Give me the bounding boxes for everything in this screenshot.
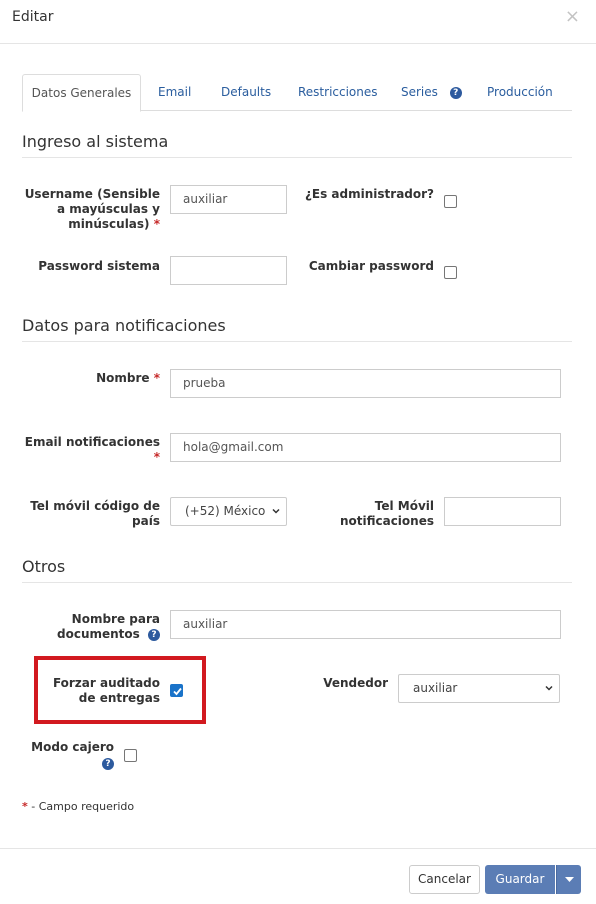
tab-produccion[interactable]: Producción (487, 74, 553, 111)
nombre-documentos-label-text: Nombre para documentos (57, 612, 160, 641)
tab-datos-generales[interactable]: Datos Generales (22, 74, 141, 112)
nombre-documentos-label: Nombre para documentos ? (22, 612, 160, 642)
es-admin-checkbox[interactable] (444, 195, 457, 208)
modo-cajero-checkbox[interactable] (124, 749, 137, 762)
tel-codigo-label: Tel móvil código de país (30, 499, 160, 528)
cambiar-password-checkbox[interactable] (444, 266, 457, 279)
chevron-down-icon (545, 685, 553, 691)
password-input[interactable] (170, 256, 287, 285)
tel-movil-input[interactable] (444, 497, 561, 526)
modo-cajero-label: Modo cajero ? (22, 740, 114, 770)
modo-cajero-label-text: Modo cajero (31, 740, 114, 754)
checkmark-icon (173, 687, 182, 696)
help-icon[interactable]: ? (449, 86, 462, 99)
email-input[interactable]: hola@gmail.com (170, 433, 561, 462)
forzar-auditado-checkbox[interactable] (170, 684, 183, 697)
nombre-input[interactable]: prueba (170, 369, 561, 398)
required-footnote: * - Campo requerido (22, 800, 134, 813)
section-title-notificaciones: Datos para notificaciones (22, 315, 572, 342)
tab-bar: Datos Generales Email Defaults Restricci… (22, 74, 572, 112)
tab-series-label: Series (401, 85, 438, 99)
vendedor-label: Vendedor (323, 676, 388, 690)
tab-restricciones[interactable]: Restricciones (298, 74, 378, 111)
save-button[interactable]: Guardar (485, 865, 555, 894)
tel-movil-label: Tel Móvil notificaciones (339, 499, 434, 528)
section-title-ingreso: Ingreso al sistema (22, 131, 572, 158)
nombre-documentos-input[interactable]: auxiliar (170, 610, 561, 639)
required-marker: * (22, 800, 28, 813)
password-label: Password sistema (38, 259, 160, 273)
vendedor-select[interactable]: auxiliar (398, 674, 560, 703)
required-marker: * (153, 217, 160, 231)
tab-defaults[interactable]: Defaults (221, 74, 271, 111)
help-icon[interactable]: ? (148, 628, 160, 641)
username-input[interactable]: auxiliar (170, 185, 287, 214)
caret-down-icon (565, 877, 574, 882)
es-admin-label: ¿Es administrador? (304, 187, 434, 201)
modal-footer: Cancelar Guardar (0, 848, 596, 904)
chevron-down-icon (272, 508, 280, 514)
email-label-text: Email notificaciones (24, 435, 160, 449)
save-dropdown-toggle[interactable] (556, 865, 581, 894)
modal-title: Editar (12, 9, 54, 25)
tel-codigo-selected: (+52) México (185, 504, 266, 518)
modal-header: Editar × (0, 0, 596, 44)
tel-codigo-select[interactable]: (+52) México (170, 497, 287, 526)
forzar-auditado-label: Forzar auditado de entregas (52, 676, 160, 705)
nombre-label: Nombre * (22, 371, 160, 386)
close-icon[interactable]: × (565, 6, 580, 28)
email-label: Email notificaciones * (22, 435, 160, 465)
nombre-label-text: Nombre (96, 371, 150, 385)
username-label-text: Username (Sensible a mayúsculas y minúsc… (24, 187, 160, 231)
help-icon[interactable]: ? (102, 757, 114, 770)
cancel-button[interactable]: Cancelar (409, 865, 480, 894)
footnote-text: - Campo requerido (31, 800, 135, 813)
cambiar-password-label: Cambiar password (308, 259, 434, 273)
section-title-otros: Otros (22, 556, 572, 583)
required-marker: * (153, 450, 160, 464)
required-marker: * (153, 371, 160, 385)
username-label: Username (Sensible a mayúsculas y minúsc… (22, 187, 160, 232)
tab-email[interactable]: Email (158, 74, 191, 111)
vendedor-selected: auxiliar (413, 681, 458, 695)
tab-series[interactable]: Series ? (401, 74, 462, 111)
